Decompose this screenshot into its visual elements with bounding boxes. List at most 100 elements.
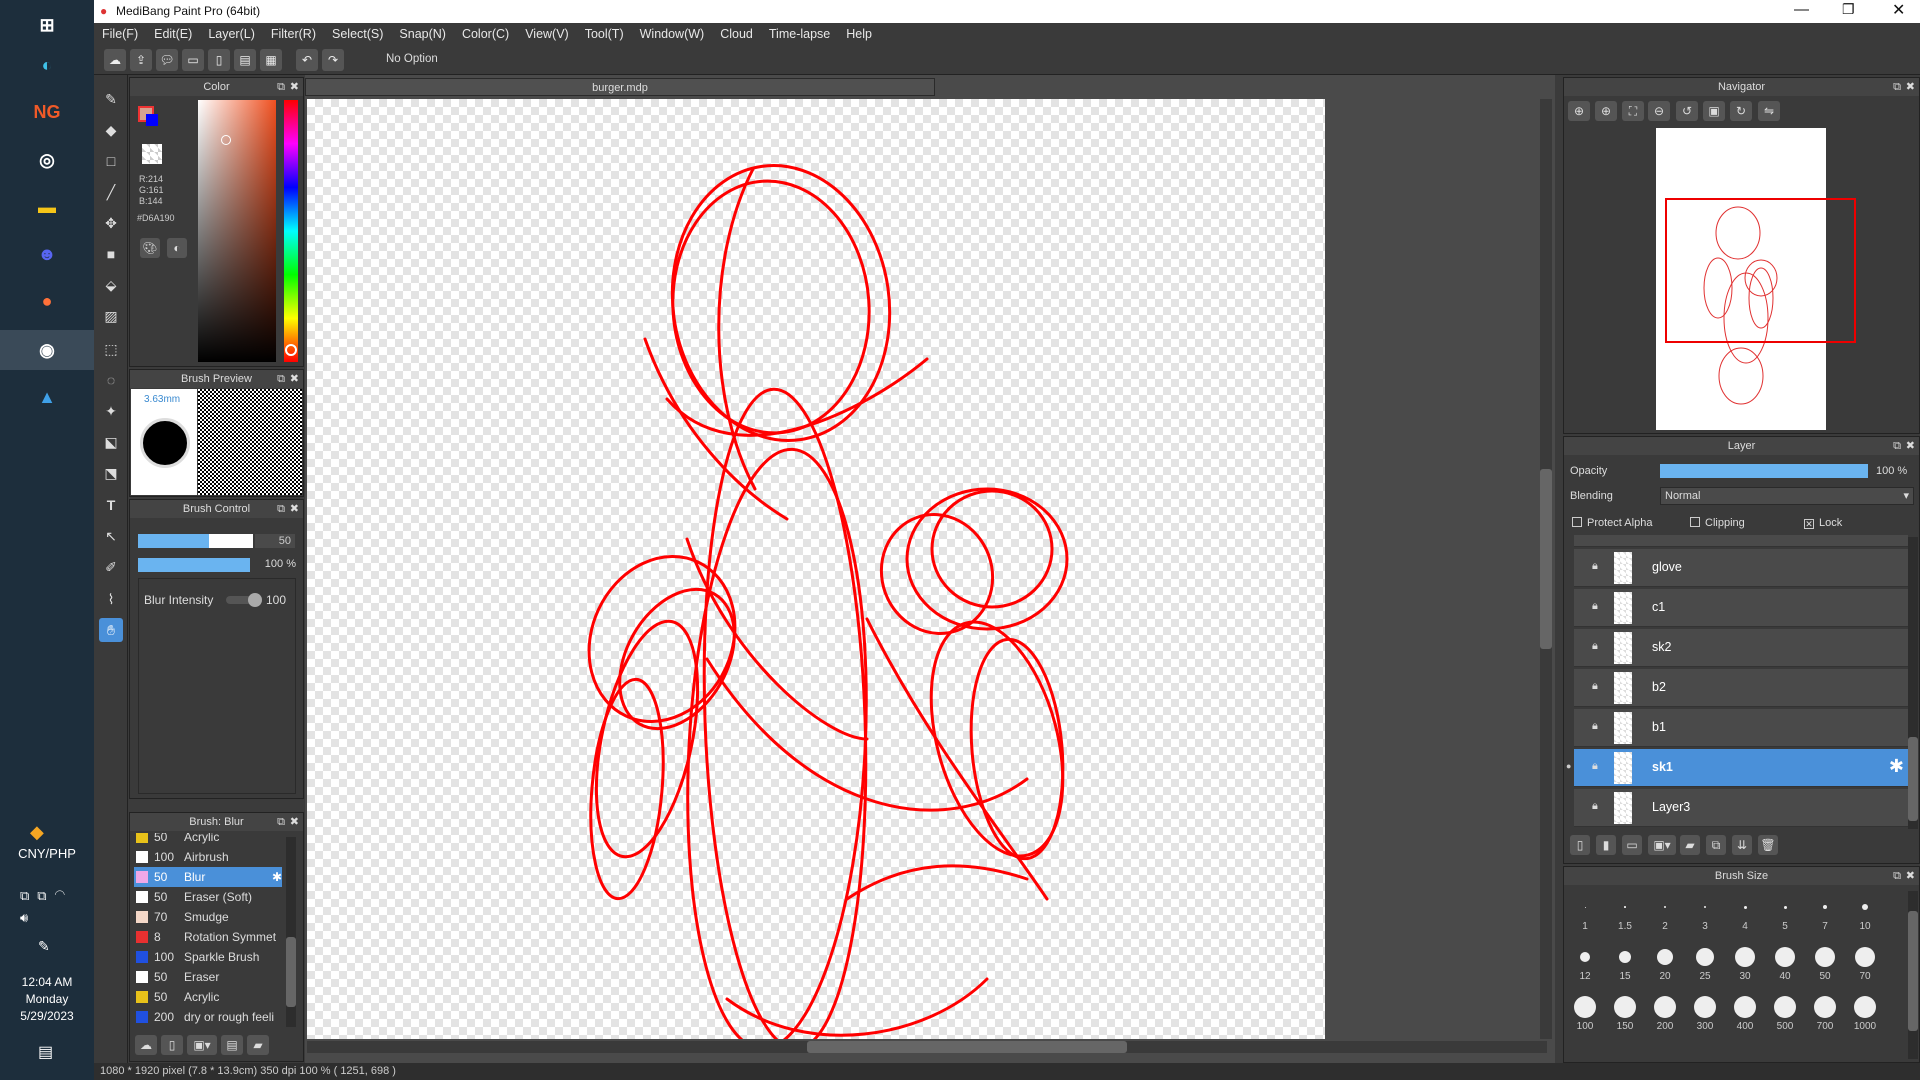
grid-icon[interactable]: ▦: [260, 49, 282, 71]
brush-folder-icon[interactable]: ▰: [247, 1035, 269, 1055]
actual-size-icon[interactable]: ▣: [1703, 101, 1725, 121]
saturation-value-picker[interactable]: [198, 100, 276, 362]
brush-size-option[interactable]: 500: [1766, 993, 1804, 1032]
snap-option-label[interactable]: No Option: [386, 53, 438, 65]
cloud-icon[interactable]: ☁: [104, 49, 126, 71]
medibang-icon[interactable]: ◉: [0, 330, 94, 370]
brush-list-item[interactable]: 70 Smudge: [134, 907, 282, 927]
panel-close-icon[interactable]: ✖: [1906, 867, 1915, 885]
move-tool-icon[interactable]: ✥: [99, 211, 123, 235]
undock-icon[interactable]: ⧉: [277, 78, 285, 96]
hex-value[interactable]: #D6A190: [137, 213, 175, 223]
speaker-icon[interactable]: 🔊︎: [20, 910, 28, 926]
select-eraser-icon[interactable]: ⬔: [99, 461, 123, 485]
layer-row[interactable]: 🔒︎ c1: [1574, 589, 1908, 627]
blur-intensity-value[interactable]: 100: [266, 593, 286, 607]
chat-icon[interactable]: ▭: [182, 49, 204, 71]
discord-icon[interactable]: ☻: [30, 237, 64, 271]
lock-icon[interactable]: 🔒︎: [1592, 760, 1598, 773]
menu-cloud[interactable]: Cloud: [712, 23, 761, 45]
layer-settings-gear-icon[interactable]: ✱: [1889, 756, 1904, 777]
navigator-viewport-rect[interactable]: [1665, 198, 1856, 343]
lock-icon[interactable]: 🔒︎: [1592, 640, 1598, 653]
brush-list-item[interactable]: 200 dry or rough feeli: [134, 1007, 282, 1027]
brush-settings-icon[interactable]: ▤: [221, 1035, 243, 1055]
panel-close-icon[interactable]: ✖: [290, 78, 299, 96]
blur-intensity-slider[interactable]: [226, 593, 262, 607]
layer-row[interactable]: 🔒︎ b1: [1574, 709, 1908, 747]
tray-icons[interactable]: ⧉⧉◠: [20, 888, 73, 904]
layer-row[interactable]: 🔒︎ glove: [1574, 549, 1908, 587]
palette-icon[interactable]: 🎨︎: [140, 238, 160, 258]
rotate-left-icon[interactable]: ↺: [1676, 101, 1698, 121]
edge-icon[interactable]: ◐: [30, 48, 64, 82]
brush-list-item[interactable]: 50 Blur ✱: [134, 867, 282, 887]
brush-list-item[interactable]: 8 Rotation Symmet: [134, 927, 282, 947]
menu-timelapse[interactable]: Time-lapse: [761, 23, 838, 45]
pages-icon[interactable]: ▤: [234, 49, 256, 71]
brush-size-value[interactable]: 50: [255, 534, 295, 548]
menu-tool[interactable]: Tool(T): [577, 23, 632, 45]
brush-size-option[interactable]: 5: [1766, 893, 1804, 932]
panel-close-icon[interactable]: ✖: [290, 813, 299, 831]
brush-list-item[interactable]: 50 Acrylic: [134, 987, 282, 1007]
comment-icon[interactable]: 💬︎: [156, 49, 178, 71]
menu-edit[interactable]: Edit(E): [146, 23, 200, 45]
lock-checkbox[interactable]: ✕: [1804, 519, 1814, 529]
panel-close-icon[interactable]: ✖: [1906, 437, 1915, 455]
brush-size-option[interactable]: 150: [1606, 993, 1644, 1032]
cloud-brush-icon[interactable]: ☁: [135, 1035, 157, 1055]
shape-tool-icon[interactable]: □: [99, 149, 123, 173]
brush-size-option[interactable]: 40: [1766, 943, 1804, 982]
pen-icon[interactable]: ✎: [38, 938, 50, 955]
menu-file[interactable]: File(F): [94, 23, 146, 45]
new-halftone-layer-icon[interactable]: ▮: [1596, 835, 1616, 855]
lasso-icon[interactable]: ◌: [99, 368, 123, 392]
color-picker-handle[interactable]: [221, 135, 231, 145]
photos-icon[interactable]: ▲: [30, 380, 64, 414]
undock-icon[interactable]: ⧉: [1893, 867, 1901, 885]
flip-horizontal-icon[interactable]: ⇋: [1758, 101, 1780, 121]
brush-size-option[interactable]: 7: [1806, 893, 1844, 932]
brush-size-option[interactable]: 15: [1606, 943, 1644, 982]
brush-opacity-value[interactable]: 100 %: [254, 558, 296, 570]
duplicate-layer-icon[interactable]: ⧉: [1706, 835, 1726, 855]
brush-size-option[interactable]: 4: [1726, 893, 1764, 932]
layer-row[interactable]: 🔒︎ sk2: [1574, 629, 1908, 667]
brush-size-option[interactable]: 50: [1806, 943, 1844, 982]
brush-list-item[interactable]: 50 Eraser (Soft): [134, 887, 282, 907]
brush-list-item[interactable]: 50 Eraser: [134, 967, 282, 987]
layer-opacity-value[interactable]: 100 %: [1876, 465, 1907, 477]
brush-size-option[interactable]: 100: [1566, 993, 1604, 1032]
brush-size-option[interactable]: 10: [1846, 893, 1884, 932]
obs-icon[interactable]: ◎: [30, 143, 64, 177]
secondary-color-swatch[interactable]: [146, 114, 158, 126]
menu-filter[interactable]: Filter(R): [263, 23, 324, 45]
brush-list-item[interactable]: 100 Airbrush: [134, 847, 282, 867]
firefox-icon[interactable]: ●: [30, 284, 64, 318]
menu-select[interactable]: Select(S): [324, 23, 391, 45]
bucket-tool-icon[interactable]: ⬙: [99, 273, 123, 297]
fit-window-icon[interactable]: ⛶: [1622, 101, 1644, 121]
menu-view[interactable]: View(V): [517, 23, 577, 45]
blending-select[interactable]: Normal ▾: [1660, 487, 1914, 505]
layer-list-scrollbar[interactable]: [1908, 537, 1918, 829]
menu-snap[interactable]: Snap(N): [391, 23, 454, 45]
undock-icon[interactable]: ⧉: [277, 500, 285, 518]
brush-size-option[interactable]: 12: [1566, 943, 1604, 982]
vertical-scrollbar[interactable]: [1540, 99, 1552, 1039]
panel-close-icon[interactable]: ✖: [290, 370, 299, 388]
clipping-checkbox[interactable]: [1690, 517, 1700, 527]
lock-icon[interactable]: 🔒︎: [1592, 720, 1598, 733]
line-tool-icon[interactable]: ╱: [99, 180, 123, 204]
eraser-tool-icon[interactable]: ◆: [99, 118, 123, 142]
new-layer-icon[interactable]: ▯: [1570, 835, 1590, 855]
undock-icon[interactable]: ⧉: [277, 370, 285, 388]
new-brush-icon[interactable]: ▯: [161, 1035, 183, 1055]
brush-size-option[interactable]: 25: [1686, 943, 1724, 982]
magic-wand-icon[interactable]: ✦: [99, 399, 123, 423]
delete-layer-icon[interactable]: 🗑︎: [1758, 835, 1778, 855]
file-explorer-icon[interactable]: ▬: [30, 190, 64, 224]
notification-icon[interactable]: ▤: [38, 1042, 53, 1062]
undo-icon[interactable]: ↶: [296, 49, 318, 71]
